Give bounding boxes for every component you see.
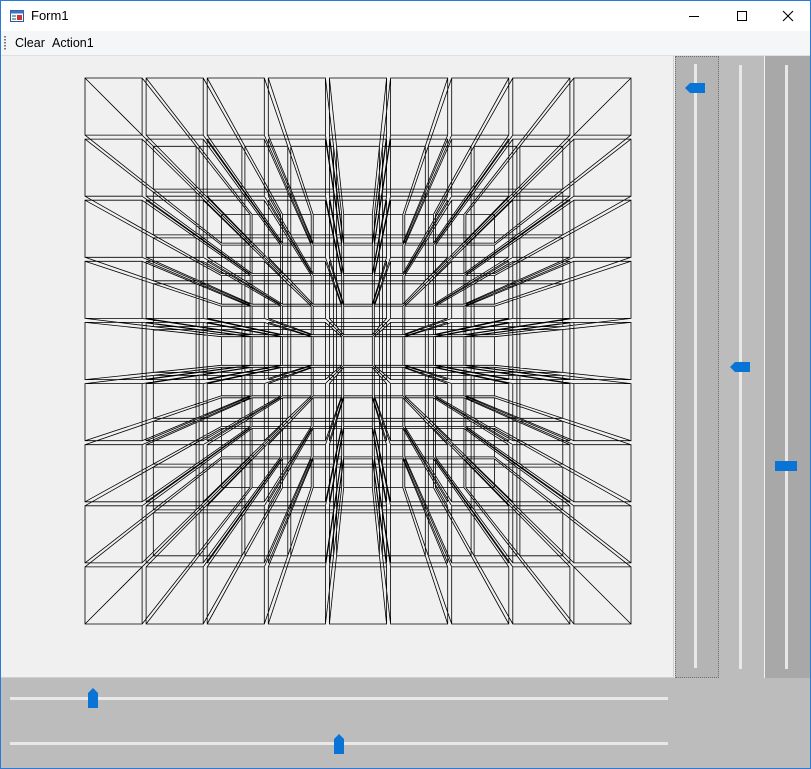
vertical-trackbar-1-thumb[interactable] <box>685 82 705 94</box>
close-icon <box>782 10 793 22</box>
menu-item-action1[interactable]: Action1 <box>52 36 94 50</box>
app-icon <box>10 10 24 22</box>
vertical-trackbar-1[interactable] <box>675 56 719 678</box>
window-title: Form1 <box>31 8 69 23</box>
vertical-trackbar-3-track <box>785 65 788 669</box>
app-window: Form1 Clear Action1 <box>0 0 811 769</box>
title-bar[interactable]: Form1 <box>1 1 810 31</box>
menu-grip[interactable] <box>4 36 6 50</box>
vertical-trackbar-2[interactable] <box>719 56 764 678</box>
horizontal-trackbar-panel <box>1 678 810 768</box>
horizontal-trackbar-2-thumb[interactable] <box>333 734 345 754</box>
horizontal-trackbar-2[interactable] <box>1 722 675 762</box>
maximize-icon <box>736 11 747 21</box>
minimize-button[interactable] <box>671 1 716 31</box>
maximize-button[interactable] <box>719 1 764 31</box>
horizontal-trackbar-1-track <box>10 697 668 700</box>
drawing-canvas[interactable] <box>1 56 674 678</box>
close-button[interactable] <box>765 1 810 31</box>
wireframe-cube-grid <box>84 77 632 625</box>
vertical-trackbar-1-track <box>694 64 697 668</box>
horizontal-trackbar-1[interactable] <box>1 678 675 718</box>
vertical-trackbar-3-thumb[interactable] <box>775 461 797 471</box>
vertical-trackbar-2-thumb[interactable] <box>730 361 750 373</box>
vertical-trackbar-3[interactable] <box>765 56 810 678</box>
minimize-icon <box>688 16 699 17</box>
horizontal-trackbar-1-thumb[interactable] <box>87 688 99 708</box>
menu-strip: Clear Action1 <box>1 31 810 56</box>
cube-wireframe-lines <box>84 77 632 625</box>
menu-item-clear[interactable]: Clear <box>15 36 45 50</box>
